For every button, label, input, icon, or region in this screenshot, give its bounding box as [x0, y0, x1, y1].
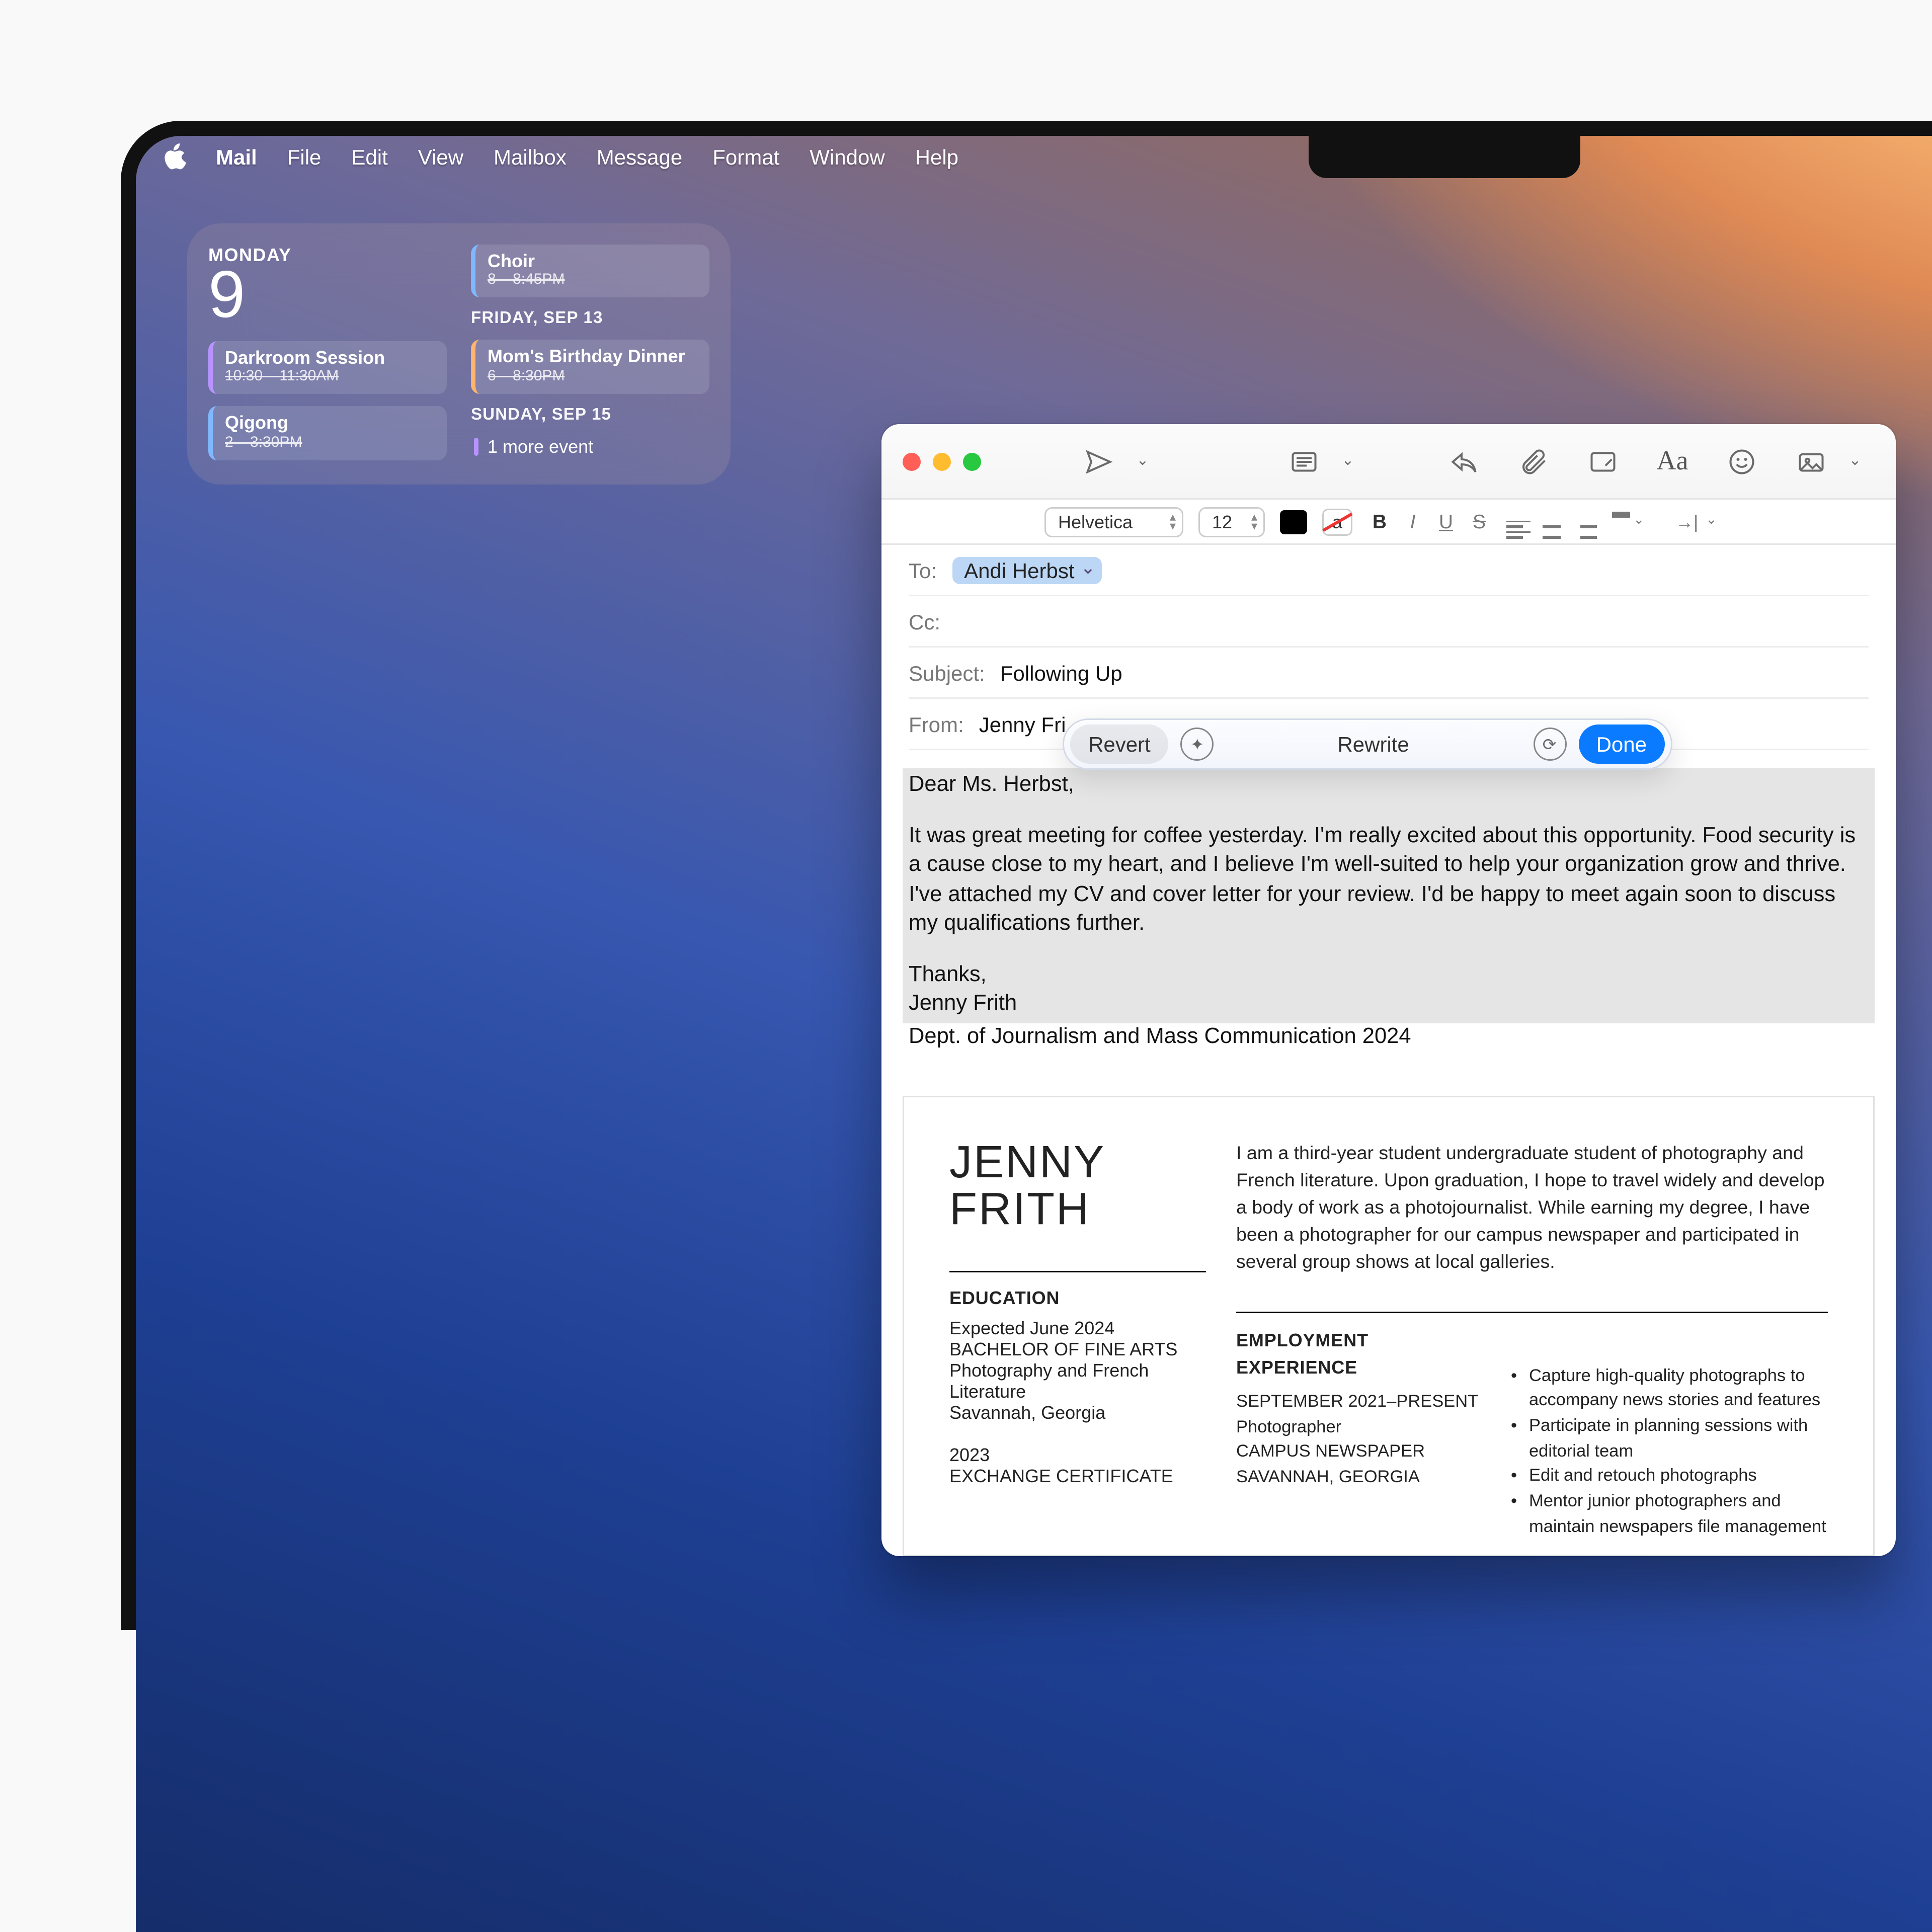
text-bgcolor-none[interactable]: a	[1322, 508, 1352, 535]
resume-emp-left: SEPTEMBER 2021–PRESENT PhotographerCAMPU…	[1236, 1390, 1490, 1491]
to-field-row[interactable]: To: Andi Herbst	[909, 545, 1869, 596]
menu-view[interactable]: View	[418, 145, 463, 169]
photo-browser-caret[interactable]: ⌄	[1844, 453, 1866, 469]
message-body[interactable]: Dear Ms. Herbst, It was great meeting fo…	[881, 750, 1896, 1053]
event-title: Darkroom Session	[225, 347, 435, 369]
event-choir[interactable]: Choir 8 – 8:45PM	[471, 245, 709, 298]
event-title: Mom's Birthday Dinner	[488, 346, 697, 368]
writing-tools-icon[interactable]: ✦	[1181, 728, 1214, 761]
event-title: Qigong	[225, 413, 435, 434]
event-birthday[interactable]: Mom's Birthday Dinner 6 – 8:30PM	[471, 340, 709, 393]
align-center-button[interactable]	[1540, 505, 1564, 538]
event-darkroom[interactable]: Darkroom Session 10:30 – 11:30AM	[208, 341, 447, 394]
body-paragraph: It was great meeting for coffee yesterda…	[909, 824, 1856, 936]
header-fields-button[interactable]	[1277, 440, 1331, 482]
bold-button[interactable]: B	[1367, 510, 1392, 533]
menu-bar: Mail File Edit View Mailbox Message Form…	[136, 136, 1932, 178]
send-options-caret[interactable]: ⌄	[1132, 453, 1153, 469]
body-dept: Dept. of Journalism and Mass Communicati…	[909, 1025, 1411, 1049]
send-button[interactable]	[1072, 440, 1126, 482]
display-notch	[1309, 136, 1580, 178]
revert-button[interactable]: Revert	[1070, 725, 1169, 764]
indent-button[interactable]: →|⌄	[1675, 511, 1733, 532]
to-label: To:	[909, 558, 937, 582]
calendar-widget[interactable]: MONDAY 9 Darkroom Session 10:30 – 11:30A…	[187, 223, 731, 484]
resume-intro: I am a third-year student undergraduate …	[1236, 1139, 1828, 1276]
font-size-select[interactable]: 12▴▾	[1198, 507, 1265, 537]
retry-icon[interactable]: ⟳	[1533, 728, 1566, 761]
menu-help[interactable]: Help	[915, 145, 958, 169]
writing-tools-pill: Revert ✦ Rewrite ⟳ Done	[1063, 718, 1672, 770]
event-time: 6 – 8:30PM	[488, 368, 697, 386]
menu-edit[interactable]: Edit	[351, 145, 387, 169]
resume-name: JENNYFRITH	[949, 1139, 1206, 1234]
event-time: 10:30 – 11:30AM	[225, 369, 435, 387]
underline-button[interactable]: U	[1434, 510, 1458, 533]
mail-compose-window: ⌄ ⌄ Aa	[881, 424, 1896, 1557]
reply-button[interactable]	[1437, 440, 1491, 482]
list-button[interactable]: ⌄	[1612, 511, 1660, 532]
event-time: 8 – 8:45PM	[488, 272, 697, 290]
apple-menu-icon[interactable]	[163, 143, 186, 171]
italic-button[interactable]: I	[1401, 510, 1425, 533]
window-minimize-button[interactable]	[933, 452, 951, 470]
align-right-button[interactable]	[1573, 505, 1597, 538]
mail-toolbar: ⌄ ⌄ Aa	[881, 424, 1896, 500]
done-button[interactable]: Done	[1578, 725, 1665, 764]
font-family-select[interactable]: Helvetica▴▾	[1044, 507, 1183, 537]
text-color-swatch[interactable]	[1280, 510, 1307, 534]
body-signoff: Thanks,	[909, 962, 987, 987]
window-close-button[interactable]	[903, 452, 921, 470]
from-value: Jenny Fri	[979, 712, 1066, 736]
menu-window[interactable]: Window	[810, 145, 884, 169]
widget-more-events[interactable]: 1 more event	[471, 436, 709, 457]
strike-button[interactable]: S	[1467, 510, 1491, 533]
widget-daynum: 9	[208, 263, 447, 329]
subject-value: Following Up	[1000, 661, 1122, 685]
subject-label: Subject:	[909, 661, 985, 685]
from-label: From:	[909, 712, 964, 736]
body-name: Jenny Frith	[909, 992, 1017, 1016]
font-family-value: Helvetica	[1058, 511, 1133, 532]
attach-button[interactable]	[1506, 440, 1561, 482]
photo-browser-button[interactable]	[1784, 440, 1838, 482]
subject-field-row[interactable]: Subject: Following Up	[909, 648, 1869, 699]
menu-message[interactable]: Message	[597, 145, 682, 169]
menu-file[interactable]: File	[287, 145, 321, 169]
cc-label: Cc:	[909, 609, 940, 633]
emoji-button[interactable]	[1715, 440, 1769, 482]
widget-date-header: FRIDAY, SEP 13	[471, 310, 709, 328]
menu-format[interactable]: Format	[712, 145, 779, 169]
resume-edu-heading: EDUCATION	[949, 1287, 1206, 1308]
macbook-frame: Mail File Edit View Mailbox Message Form…	[121, 121, 1932, 1630]
resume-attachment: JENNYFRITH EDUCATION Expected June 2024B…	[903, 1095, 1875, 1557]
markup-button[interactable]	[1576, 440, 1630, 482]
widget-date-header: SUNDAY, SEP 15	[471, 406, 709, 424]
resume-emp-bullets: Capture high-quality photographs to acco…	[1511, 1364, 1828, 1540]
format-aa-button[interactable]: Aa	[1645, 440, 1700, 482]
recipient-chip[interactable]: Andi Herbst	[952, 556, 1101, 584]
body-greeting: Dear Ms. Herbst,	[909, 773, 1074, 797]
event-time: 2 – 3:30PM	[225, 434, 435, 452]
font-size-value: 12	[1212, 511, 1232, 532]
header-fields-caret[interactable]: ⌄	[1337, 453, 1358, 469]
resume-edu-body: Expected June 2024BACHELOR OF FINE ARTSP…	[949, 1317, 1206, 1486]
format-toolbar: Helvetica▴▾ 12▴▾ a B I U S	[881, 500, 1896, 545]
menu-app-name[interactable]: Mail	[216, 145, 257, 169]
menu-mailbox[interactable]: Mailbox	[494, 145, 567, 169]
selected-text: Dear Ms. Herbst, It was great meeting fo…	[903, 768, 1875, 1023]
resume-emp-heading: EMPLOYMENT EXPERIENCE	[1236, 1328, 1490, 1381]
cc-field-row[interactable]: Cc:	[909, 596, 1869, 648]
rewrite-label[interactable]: Rewrite	[1226, 732, 1521, 756]
desktop: Mail File Edit View Mailbox Message Form…	[136, 136, 1932, 1932]
align-left-button[interactable]	[1506, 505, 1531, 538]
align-group	[1506, 505, 1597, 538]
window-zoom-button[interactable]	[963, 452, 981, 470]
event-title: Choir	[488, 251, 697, 272]
text-style-group: B I U S	[1367, 510, 1491, 533]
event-qigong[interactable]: Qigong 2 – 3:30PM	[208, 407, 447, 460]
